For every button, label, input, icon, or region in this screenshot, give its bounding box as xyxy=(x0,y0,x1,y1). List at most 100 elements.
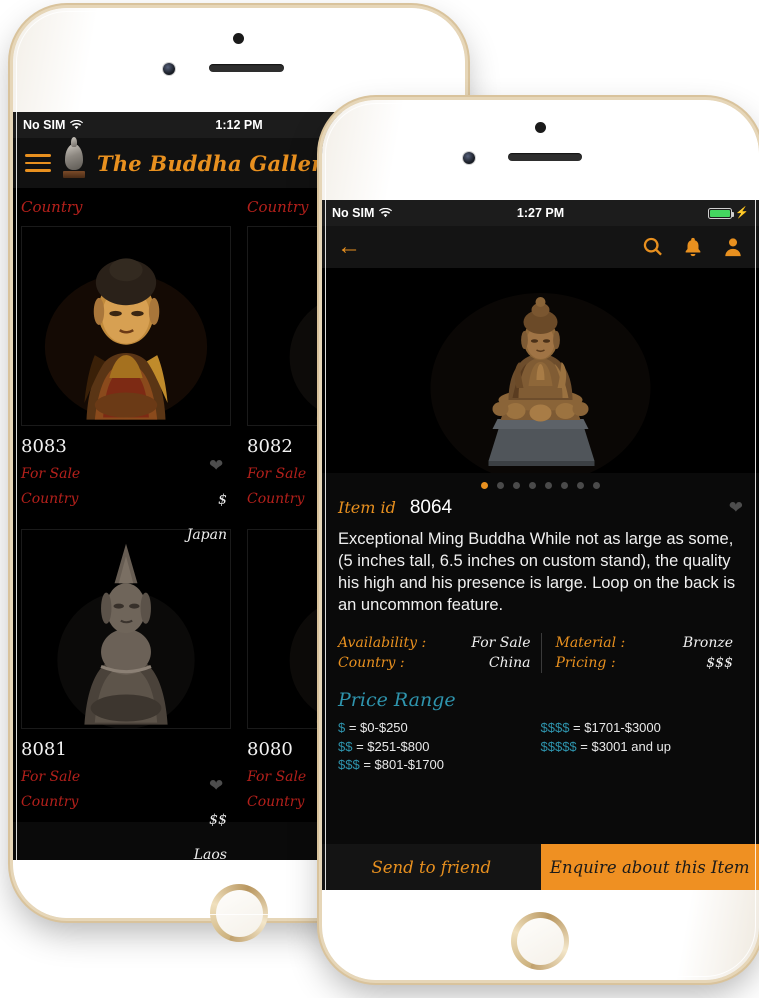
price-range-right-column: $$$$ = $1701-$3000 $$$$$ = $3001 and up xyxy=(541,719,744,776)
item-id-label: Item id xyxy=(338,498,396,517)
screenshot-stage: No SIM 1:12 PM The Buddha Gallery Countr… xyxy=(0,0,759,998)
price-tier: $$$$ = $1701-$3000 xyxy=(541,719,744,738)
attribute-key: Pricing : xyxy=(555,654,616,671)
price-tier: $ = $0-$250 xyxy=(338,719,541,738)
carousel-dot[interactable] xyxy=(481,482,488,489)
attributes-left-column: Availability : For Sale Country : China xyxy=(338,633,541,673)
home-button[interactable] xyxy=(210,884,268,942)
carrier-label: No SIM xyxy=(332,206,375,220)
country-heading: Country xyxy=(21,198,83,216)
item-description: Exceptional Ming Buddha While not as lar… xyxy=(322,519,759,629)
proximity-sensor-icon xyxy=(535,122,546,133)
country-label: Country xyxy=(21,491,79,507)
availability-label: For Sale xyxy=(21,466,81,482)
gallery-item-card[interactable]: Country 8083 For Sale Country xyxy=(13,188,239,519)
item-availability-row: For Sale xyxy=(21,769,231,785)
gallery-item-card[interactable]: 8081 For Sale Country xyxy=(13,519,239,822)
price-text: = $801-$1700 xyxy=(359,757,444,773)
carousel-dot[interactable] xyxy=(577,482,584,489)
detail-nav-bar: ← xyxy=(322,226,759,268)
detail-action-bar: Send to friend Enquire about this Item xyxy=(322,844,759,890)
carousel-dot[interactable] xyxy=(513,482,520,489)
wifi-icon xyxy=(70,120,84,130)
item-id-row: Item id 8064 ❤ xyxy=(322,495,759,519)
bell-icon[interactable] xyxy=(682,236,704,258)
availability-label: For Sale xyxy=(247,769,307,785)
country-label: Country xyxy=(247,794,305,810)
enquire-button[interactable]: Enquire about this Item xyxy=(540,844,759,890)
availability-label: For Sale xyxy=(21,769,81,785)
ming-bronze-buddha-illustration xyxy=(340,268,741,473)
wifi-icon xyxy=(379,208,393,218)
search-icon[interactable] xyxy=(642,236,664,258)
price-symbol: $$$$ xyxy=(540,719,570,735)
attribute-row: Availability : For Sale xyxy=(338,633,541,653)
front-camera-icon xyxy=(163,63,175,75)
hamburger-menu-icon[interactable] xyxy=(25,154,51,172)
detail-status-bar: No SIM 1:27 PM ⚡ xyxy=(322,200,759,226)
carousel-dot[interactable] xyxy=(529,482,536,489)
price-text: = $1701-$3000 xyxy=(569,719,661,735)
earpiece-speaker xyxy=(209,64,284,72)
attributes-right-column: Material : Bronze Pricing : $$$ xyxy=(540,632,744,673)
country-label: Country xyxy=(247,491,305,507)
attribute-value: For Sale xyxy=(471,634,531,651)
item-id-row: 8081 xyxy=(21,739,231,760)
item-id: 8080 xyxy=(247,739,293,760)
price-range-legend: $ = $0-$250 $$ = $251-$800 $$$ = $801-$1… xyxy=(322,712,759,776)
attribute-row: Material : Bronze xyxy=(556,633,744,653)
attribute-key: Country : xyxy=(338,654,405,671)
item-country-value: Laos xyxy=(193,847,227,860)
carousel-dot[interactable] xyxy=(545,482,552,489)
front-camera-icon xyxy=(463,152,475,164)
attribute-row: Pricing : $$$ xyxy=(556,653,744,673)
item-availability-row: For Sale xyxy=(21,466,231,482)
battery-full-icon xyxy=(708,207,735,219)
detail-phone-device: No SIM 1:27 PM ⚡ ← Item id 8064 ❤ Except… xyxy=(322,100,759,980)
attribute-key: Material : xyxy=(555,634,626,651)
price-text: = $0-$250 xyxy=(345,719,408,735)
back-arrow-icon[interactable]: ← xyxy=(337,235,361,259)
send-to-friend-button[interactable]: Send to friend xyxy=(322,844,541,890)
home-button[interactable] xyxy=(511,912,569,970)
price-symbol: $$$$$ xyxy=(540,738,577,754)
country-label: Country xyxy=(21,794,79,810)
item-attributes: Availability : For Sale Country : China … xyxy=(322,628,759,679)
item-thumbnail[interactable] xyxy=(21,226,231,426)
price-symbol: $$ xyxy=(338,738,353,754)
attribute-key: Availability : xyxy=(338,634,427,651)
heart-icon[interactable]: ❤ xyxy=(729,498,743,518)
item-id-row: 8083 xyxy=(21,436,231,457)
attribute-value: China xyxy=(488,654,531,671)
price-symbol: $$$ xyxy=(338,757,360,773)
detail-screen: No SIM 1:27 PM ⚡ ← Item id 8064 ❤ Except… xyxy=(322,200,759,890)
carrier-label: No SIM xyxy=(23,118,66,132)
attribute-value: $$$ xyxy=(706,654,733,671)
price-tier: $$ = $251-$800 xyxy=(338,738,541,757)
carousel-dot[interactable] xyxy=(561,482,568,489)
item-country-row: Country xyxy=(21,794,231,810)
item-id: 8083 xyxy=(21,436,67,457)
item-thumbnail[interactable] xyxy=(21,529,231,729)
buddha-head-logo-icon xyxy=(61,137,87,183)
person-icon[interactable] xyxy=(722,236,744,258)
item-id-value: 8064 xyxy=(409,497,453,518)
item-hero-image[interactable] xyxy=(322,268,759,473)
availability-label: For Sale xyxy=(247,466,307,482)
laotian-buddha-illustration xyxy=(22,530,230,728)
carousel-dot[interactable] xyxy=(497,482,504,489)
attribute-row: Country : China xyxy=(338,653,541,673)
lightning-bolt-icon: ⚡ xyxy=(735,206,749,219)
attribute-value: Bronze xyxy=(682,634,733,651)
item-id: 8081 xyxy=(21,739,67,760)
carousel-dot[interactable] xyxy=(593,482,600,489)
item-id: 8082 xyxy=(247,436,293,457)
item-country-row: Country xyxy=(21,491,231,507)
price-tier: $$$$$ = $3001 and up xyxy=(541,738,744,757)
app-brand-title: The Buddha Gallery xyxy=(97,150,335,176)
carousel-dots xyxy=(322,473,759,495)
price-text: = $251-$800 xyxy=(352,738,430,754)
price-range-title: Price Range xyxy=(322,678,759,713)
earpiece-speaker xyxy=(508,153,582,161)
price-range-left-column: $ = $0-$250 $$ = $251-$800 $$$ = $801-$1… xyxy=(338,719,541,776)
